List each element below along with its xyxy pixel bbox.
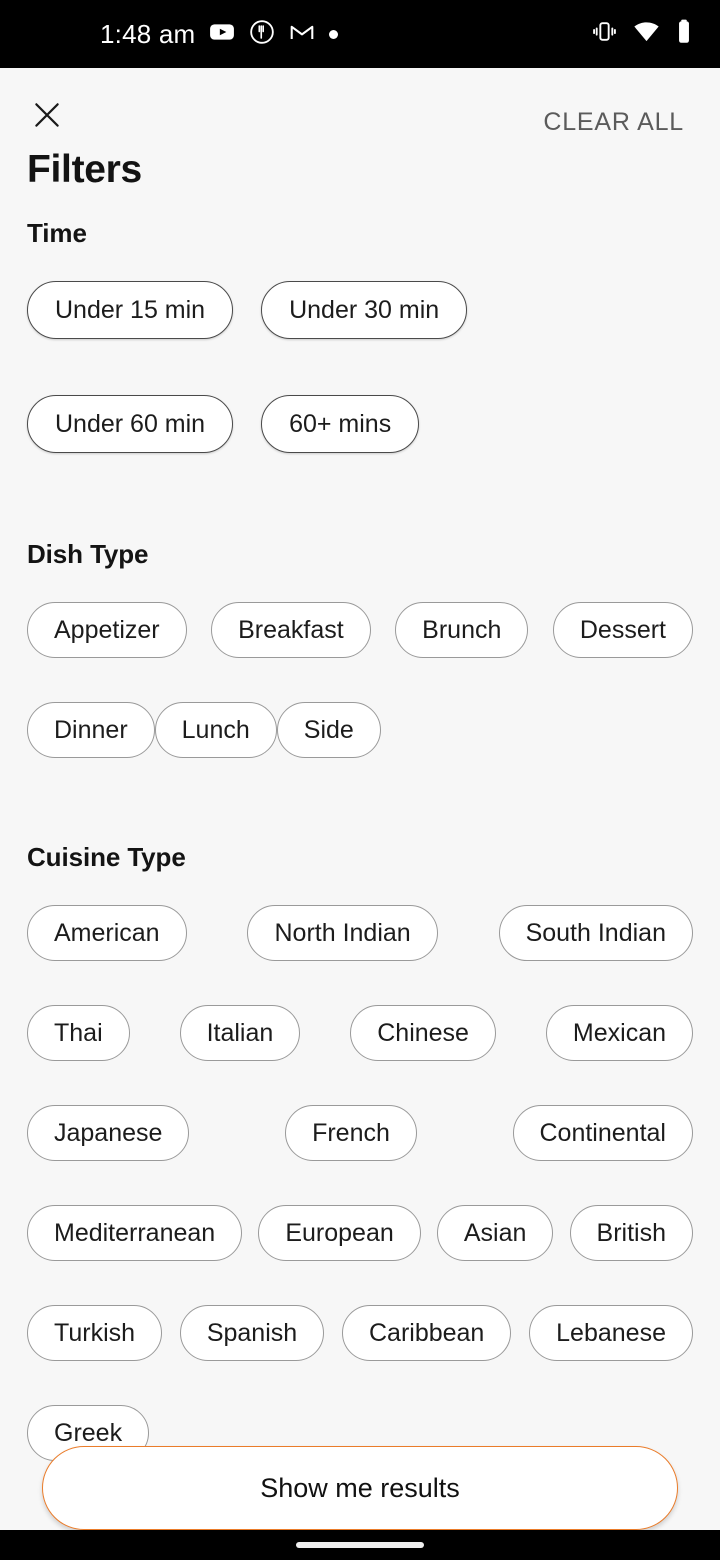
status-bar-clock: 1:48 am	[100, 18, 196, 49]
chip-american[interactable]: American	[27, 905, 187, 961]
status-bar: 1:48 am	[0, 0, 720, 68]
chip-french[interactable]: French	[285, 1105, 417, 1161]
dot-icon	[329, 29, 339, 39]
chip-60-plus-mins[interactable]: 60+ mins	[261, 395, 420, 453]
vibrate-icon	[592, 19, 617, 49]
filters-header: CLEAR ALL Filters	[0, 68, 720, 218]
chip-group-dish-type: Appetizer Breakfast Brunch Dessert Dinne…	[27, 602, 693, 758]
chip-group-cuisine-type: American North Indian South Indian Thai …	[27, 905, 693, 1461]
chip-south-indian[interactable]: South Indian	[498, 905, 693, 961]
page-title: Filters	[27, 148, 142, 191]
chip-spanish[interactable]: Spanish	[179, 1305, 325, 1361]
chip-british[interactable]: British	[569, 1205, 693, 1261]
wifi-icon	[633, 18, 660, 50]
chip-italian[interactable]: Italian	[179, 1005, 301, 1061]
home-gesture-handle[interactable]	[296, 1542, 424, 1548]
chip-under-30-min[interactable]: Under 30 min	[261, 281, 468, 339]
filters-content: Time Under 15 min Under 30 min Under 60 …	[0, 218, 720, 1461]
chip-breakfast[interactable]: Breakfast	[211, 602, 371, 658]
chip-japanese[interactable]: Japanese	[27, 1105, 190, 1161]
chip-under-15-min[interactable]: Under 15 min	[27, 281, 234, 339]
chip-north-indian[interactable]: North Indian	[247, 905, 438, 961]
chip-caribbean[interactable]: Caribbean	[341, 1305, 512, 1361]
chip-mediterranean[interactable]: Mediterranean	[27, 1205, 243, 1261]
chip-turkish[interactable]: Turkish	[27, 1305, 163, 1361]
status-bar-left: 1:48 am	[0, 18, 339, 50]
chip-continental[interactable]: Continental	[512, 1105, 693, 1161]
chip-mexican[interactable]: Mexican	[545, 1005, 693, 1061]
chip-lebanese[interactable]: Lebanese	[529, 1305, 693, 1361]
clear-all-button[interactable]: CLEAR ALL	[543, 108, 684, 137]
chip-group-time: Under 15 min Under 30 min Under 60 min 6…	[27, 281, 693, 453]
status-bar-right	[592, 18, 720, 50]
filters-footer: Show me results	[0, 1446, 720, 1530]
section-title-cuisine-type: Cuisine Type	[27, 842, 186, 872]
chip-lunch[interactable]: Lunch	[154, 702, 277, 758]
section-time: Time Under 15 min Under 30 min Under 60 …	[27, 218, 693, 453]
chip-appetizer[interactable]: Appetizer	[27, 602, 187, 658]
chip-thai[interactable]: Thai	[27, 1005, 130, 1061]
chip-side[interactable]: Side	[276, 702, 381, 758]
chip-dinner[interactable]: Dinner	[27, 702, 155, 758]
chip-brunch[interactable]: Brunch	[395, 602, 529, 658]
section-cuisine-type: Cuisine Type American North Indian South…	[27, 842, 693, 1461]
battery-icon	[676, 18, 692, 50]
chip-dessert[interactable]: Dessert	[552, 602, 693, 658]
chip-european[interactable]: European	[258, 1205, 421, 1261]
close-icon[interactable]	[26, 94, 68, 136]
section-title-time: Time	[27, 218, 87, 248]
section-title-dish-type: Dish Type	[27, 539, 149, 569]
chip-under-60-min[interactable]: Under 60 min	[27, 395, 234, 453]
section-dish-type: Dish Type Appetizer Breakfast Brunch Des…	[27, 539, 693, 758]
filters-screen: 1:48 am CLEAR ALL Filters Time Under 15 …	[0, 0, 720, 1560]
chip-chinese[interactable]: Chinese	[350, 1005, 496, 1061]
youtube-icon	[209, 19, 235, 50]
system-nav-bar	[0, 1530, 720, 1560]
gmail-icon	[289, 19, 315, 50]
show-results-button[interactable]: Show me results	[42, 1446, 678, 1530]
chip-asian[interactable]: Asian	[436, 1205, 554, 1261]
fork-circle-icon	[249, 19, 275, 50]
